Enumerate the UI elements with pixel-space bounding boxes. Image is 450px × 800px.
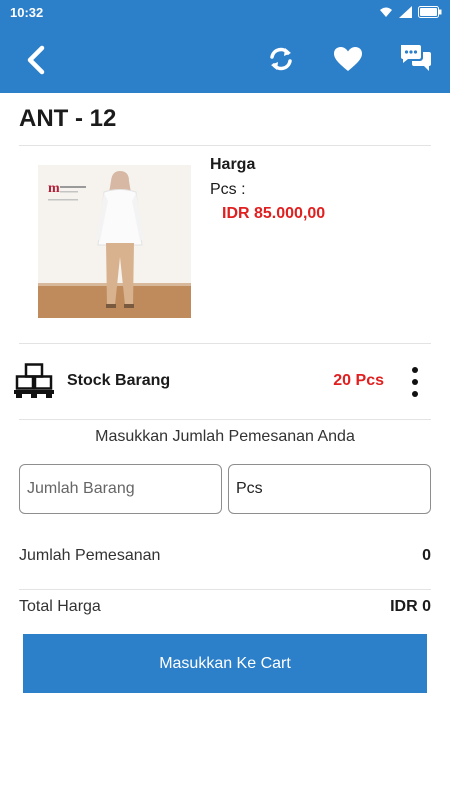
total-price-value: IDR 0 [390,598,431,615]
chat-button[interactable] [398,41,434,77]
unit-input[interactable] [229,465,430,513]
price-label: Harga [210,156,256,173]
status-bar: 10:32 [0,0,450,25]
product-title: ANT - 12 [19,105,117,132]
quantity-field[interactable] [19,464,222,514]
chevron-left-icon [27,45,45,75]
app-bar [0,25,450,93]
chat-icon [401,45,431,71]
more-options-button[interactable] [404,364,426,400]
status-icons [379,5,442,23]
heart-icon [334,47,362,71]
divider [19,419,431,420]
stock-label: Stock Barang [67,372,171,389]
order-prompt: Masukkan Jumlah Pemesanan Anda [95,428,355,445]
favorite-button[interactable] [330,41,366,77]
battery-icon [418,5,442,23]
boxes-pallet-icon [14,363,54,399]
refresh-icon [270,47,292,71]
total-price-label: Total Harga [19,598,101,615]
more-vertical-icon [412,367,418,373]
divider [19,343,431,344]
unit-field[interactable] [228,464,431,514]
unit-label: Pcs : [210,181,246,198]
price-value: IDR 85.000,00 [222,205,326,222]
back-button[interactable] [22,43,50,77]
product-image[interactable]: m [38,165,191,318]
divider [19,589,431,590]
stock-value: 20 Pcs [333,372,384,389]
svg-text:m: m [48,181,60,196]
wifi-icon [379,5,393,23]
status-time: 10:32 [10,5,44,20]
order-count-value: 0 [422,547,431,564]
refresh-button[interactable] [263,41,299,77]
signal-icon [399,5,412,23]
divider [19,145,431,146]
order-count-label: Jumlah Pemesanan [19,547,161,564]
stock-row: Stock Barang 20 Pcs [0,350,450,414]
quantity-input[interactable] [20,465,221,513]
add-to-cart-button[interactable]: Masukkan Ke Cart [23,634,427,693]
